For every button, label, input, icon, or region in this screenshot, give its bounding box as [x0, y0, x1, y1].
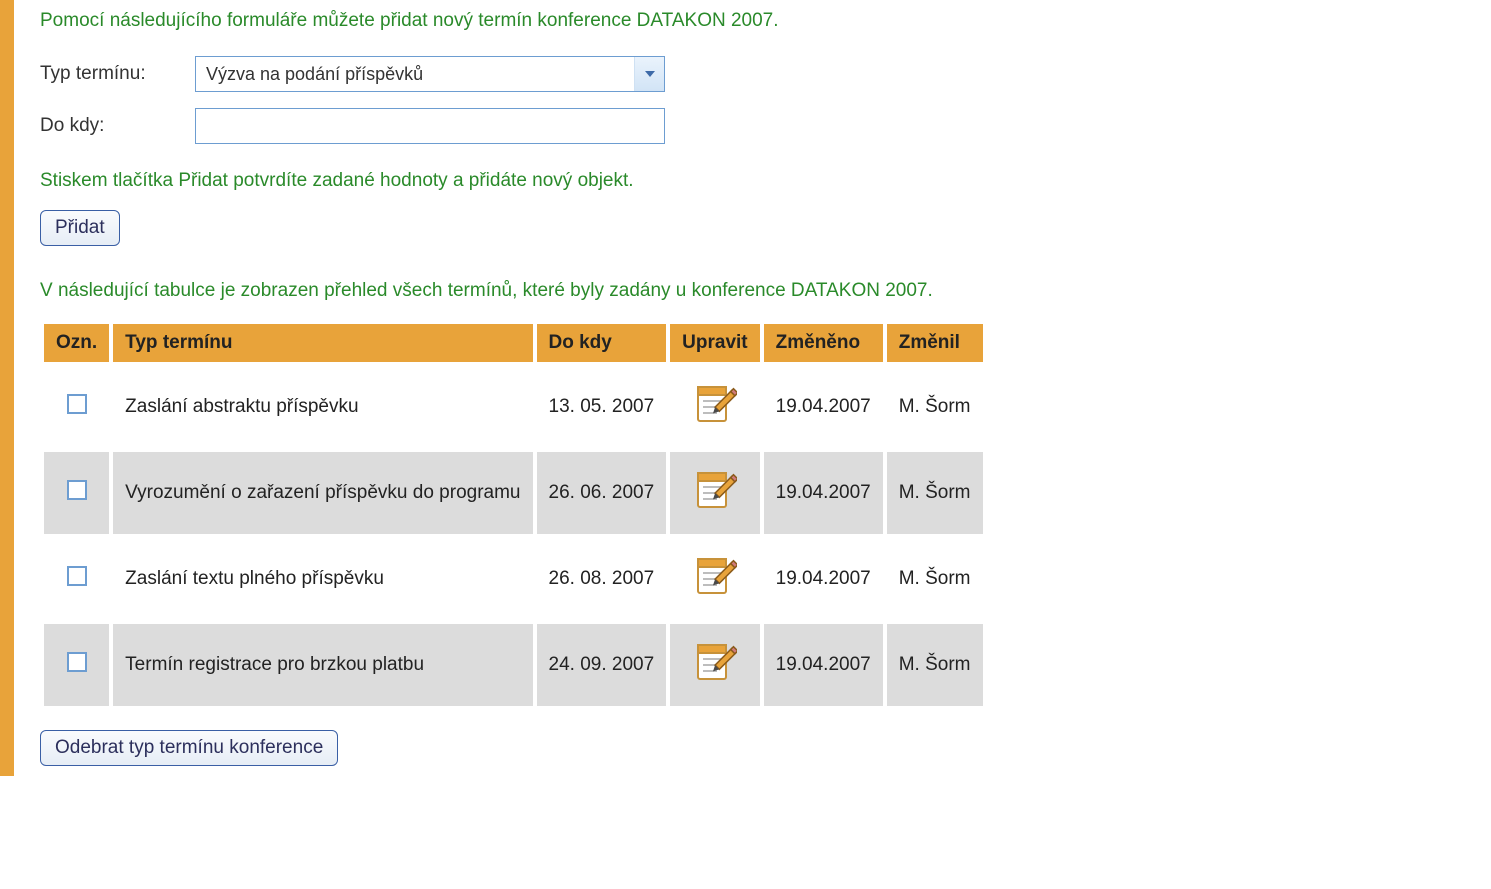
table-row: Vyrozumění o zařazení příspěvku do progr…	[44, 452, 983, 534]
cell-typ: Vyrozumění o zařazení příspěvku do progr…	[113, 452, 532, 534]
edit-icon[interactable]	[693, 468, 737, 518]
table-row: Zaslání abstraktu příspěvku13. 05. 2007 1…	[44, 366, 983, 448]
hint-text: Stiskem tlačítka Přidat potvrdíte zadané…	[40, 170, 1491, 192]
cell-zmenil: M. Šorm	[887, 366, 983, 448]
cell-zmeneno: 19.04.2007	[764, 538, 883, 620]
col-header-upravit: Upravit	[670, 324, 759, 362]
add-button[interactable]: Přidat	[40, 210, 120, 246]
cell-zmenil: M. Šorm	[887, 538, 983, 620]
terms-table: Ozn. Typ termínu Do kdy Upravit Změněno …	[40, 320, 987, 710]
col-header-ozn: Ozn.	[44, 324, 109, 362]
cell-do-kdy: 24. 09. 2007	[537, 624, 667, 706]
remove-button[interactable]: Odebrat typ termínu konference	[40, 730, 338, 766]
edit-icon[interactable]	[693, 554, 737, 604]
cell-typ: Zaslání abstraktu příspěvku	[113, 366, 532, 448]
col-header-do-kdy: Do kdy	[537, 324, 667, 362]
cell-typ: Termín registrace pro brzkou platbu	[113, 624, 532, 706]
type-select[interactable]: Výzva na podání příspěvků	[195, 56, 665, 92]
do-kdy-label: Do kdy:	[40, 115, 195, 137]
cell-zmenil: M. Šorm	[887, 624, 983, 706]
col-header-zmeneno: Změněno	[764, 324, 883, 362]
row-checkbox[interactable]	[67, 480, 87, 500]
do-kdy-input[interactable]	[195, 108, 665, 144]
cell-zmeneno: 19.04.2007	[764, 366, 883, 448]
cell-zmenil: M. Šorm	[887, 452, 983, 534]
cell-typ: Zaslání textu plného příspěvku	[113, 538, 532, 620]
edit-icon[interactable]	[693, 640, 737, 690]
table-caption: V následující tabulce je zobrazen přehle…	[40, 280, 1491, 302]
col-header-zmenil: Změnil	[887, 324, 983, 362]
edit-icon[interactable]	[693, 382, 737, 432]
col-header-typ: Typ termínu	[113, 324, 532, 362]
row-checkbox[interactable]	[67, 394, 87, 414]
table-row: Termín registrace pro brzkou platbu24. 0…	[44, 624, 983, 706]
intro-text: Pomocí následujícího formuláře můžete př…	[40, 10, 1491, 32]
type-label: Typ termínu:	[40, 63, 195, 85]
table-row: Zaslání textu plného příspěvku26. 08. 20…	[44, 538, 983, 620]
cell-do-kdy: 13. 05. 2007	[537, 366, 667, 448]
cell-do-kdy: 26. 06. 2007	[537, 452, 667, 534]
cell-do-kdy: 26. 08. 2007	[537, 538, 667, 620]
row-checkbox[interactable]	[67, 652, 87, 672]
cell-zmeneno: 19.04.2007	[764, 624, 883, 706]
row-checkbox[interactable]	[67, 566, 87, 586]
cell-zmeneno: 19.04.2007	[764, 452, 883, 534]
